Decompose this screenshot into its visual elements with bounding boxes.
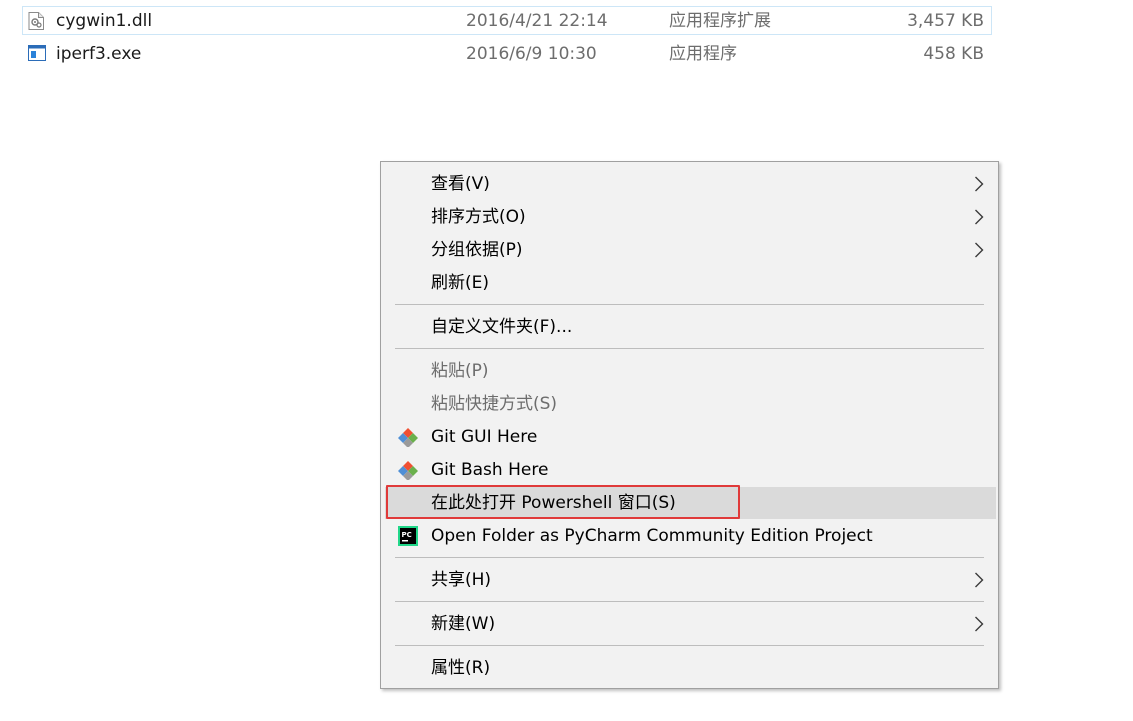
menu-item-git-bash-here[interactable]: Git Bash Here [385, 454, 996, 486]
menu-item-sort-by[interactable]: 排序方式(O) [385, 201, 996, 233]
file-type: 应用程序 [669, 44, 737, 64]
git-bash-icon [398, 460, 418, 481]
menu-item-label: Git Bash Here [431, 460, 549, 480]
highlight-annotation-box [386, 485, 740, 519]
file-size: 3,457 KB [907, 11, 984, 31]
file-date: 2016/6/9 10:30 [466, 44, 597, 64]
chevron-right-icon [974, 572, 984, 588]
menu-item-label: 查看(V) [431, 174, 490, 194]
chevron-right-icon [974, 616, 984, 632]
pycharm-icon: PC [398, 526, 418, 546]
menu-item-git-gui-here[interactable]: Git GUI Here [385, 421, 996, 453]
file-name: iperf3.exe [56, 44, 142, 64]
file-size: 458 KB [923, 44, 984, 64]
menu-item-customize-folder[interactable]: 自定义文件夹(F)... [385, 311, 996, 343]
chevron-right-icon [974, 176, 984, 192]
menu-item-refresh[interactable]: 刷新(E) [385, 267, 996, 299]
menu-item-label: 粘贴(P) [431, 361, 489, 381]
menu-item-new[interactable]: 新建(W) [385, 608, 996, 640]
menu-item-view[interactable]: 查看(V) [385, 168, 996, 200]
dll-file-icon [28, 12, 44, 30]
file-name: cygwin1.dll [56, 11, 153, 31]
git-gui-icon [398, 427, 418, 448]
file-row-cygwin1-dll[interactable]: cygwin1.dll 2016/4/21 22:14 应用程序扩展 3,457… [22, 6, 992, 35]
menu-item-label: 共享(H) [431, 570, 492, 590]
menu-item-paste-shortcut[interactable]: 粘贴快捷方式(S) [385, 388, 996, 420]
svg-text:PC: PC [402, 531, 412, 539]
menu-item-label: 自定义文件夹(F)... [431, 317, 573, 337]
menu-item-label: 新建(W) [431, 614, 496, 634]
file-row-iperf3-exe[interactable]: iperf3.exe 2016/6/9 10:30 应用程序 458 KB [22, 39, 992, 68]
menu-separator [395, 645, 984, 646]
file-type: 应用程序扩展 [669, 11, 771, 31]
exe-file-icon [28, 45, 46, 63]
menu-separator [395, 601, 984, 602]
context-menu: 查看(V) 排序方式(O) 分组依据(P) 刷新(E) 自定义文件夹(F)...… [380, 161, 999, 689]
menu-item-share[interactable]: 共享(H) [385, 564, 996, 596]
menu-item-label: 分组依据(P) [431, 240, 523, 260]
menu-separator [395, 348, 984, 349]
menu-item-label: 粘贴快捷方式(S) [431, 394, 558, 414]
menu-item-group-by[interactable]: 分组依据(P) [385, 234, 996, 266]
chevron-right-icon [974, 242, 984, 258]
file-date: 2016/4/21 22:14 [466, 11, 608, 31]
menu-item-label: 刷新(E) [431, 273, 490, 293]
menu-item-label: Git GUI Here [431, 427, 538, 447]
menu-item-label: 属性(R) [431, 658, 491, 678]
menu-separator [395, 304, 984, 305]
menu-separator [395, 557, 984, 558]
menu-item-properties[interactable]: 属性(R) [385, 652, 996, 684]
menu-item-label: 排序方式(O) [431, 207, 526, 227]
menu-item-paste[interactable]: 粘贴(P) [385, 355, 996, 387]
chevron-right-icon [974, 209, 984, 225]
menu-item-open-folder-pycharm[interactable]: PC Open Folder as PyCharm Community Edit… [385, 520, 996, 552]
menu-item-label: Open Folder as PyCharm Community Edition… [431, 526, 873, 546]
